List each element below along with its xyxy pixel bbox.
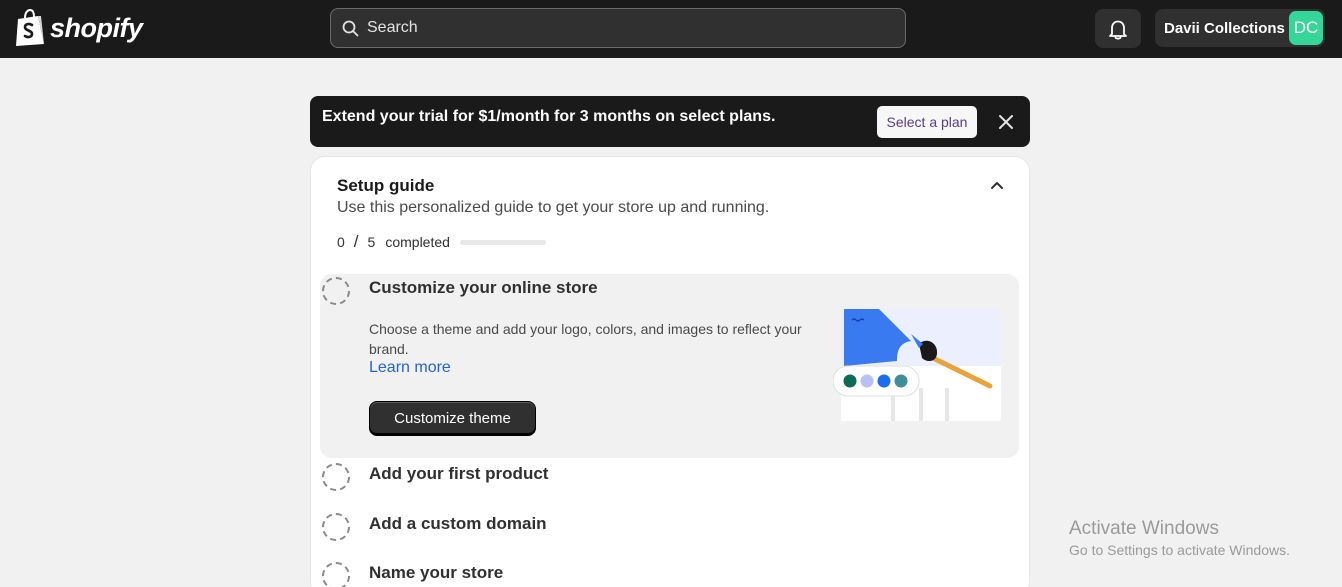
shopify-logo[interactable]: shopify bbox=[14, 9, 143, 47]
watermark-title: Activate Windows bbox=[1069, 518, 1219, 539]
trial-banner: Extend your trial for $1/month for 3 mon… bbox=[310, 96, 1030, 147]
close-banner-button[interactable] bbox=[996, 112, 1016, 132]
learn-more-link[interactable]: Learn more bbox=[369, 359, 451, 377]
task-status-circle-icon[interactable] bbox=[322, 277, 350, 305]
account-menu-button[interactable]: Davii Collections DC bbox=[1155, 9, 1325, 47]
task-customize-store[interactable]: Customize your online store Choose a the… bbox=[320, 274, 1019, 458]
setup-guide-title: Setup guide bbox=[337, 176, 435, 195]
close-icon bbox=[999, 115, 1013, 129]
total-count: 5 bbox=[367, 234, 376, 250]
task-description: Choose a theme and add your logo, colors… bbox=[369, 321, 802, 357]
task-status-circle-icon[interactable] bbox=[322, 562, 350, 587]
chevron-up-icon[interactable] bbox=[989, 177, 1005, 193]
task-title[interactable]: Name your store bbox=[369, 563, 503, 583]
search-icon bbox=[342, 20, 359, 36]
brand-wordmark: shopify bbox=[50, 12, 143, 43]
bell-icon bbox=[1109, 20, 1127, 40]
avatar: DC bbox=[1289, 11, 1323, 45]
banner-text: Extend your trial for $1/month for 3 mon… bbox=[322, 108, 776, 125]
top-bar: shopify Search Davii Collections DC bbox=[0, 0, 1342, 58]
completed-count: 0 bbox=[337, 234, 345, 250]
progress-separator: / bbox=[353, 232, 359, 251]
task-title[interactable]: Add a custom domain bbox=[369, 514, 547, 534]
store-name: Davii Collections bbox=[1164, 19, 1285, 37]
color-swatch bbox=[843, 374, 857, 388]
color-swatch bbox=[877, 374, 891, 388]
task-title: Customize your online store bbox=[369, 278, 598, 297]
search-input[interactable]: Search bbox=[330, 8, 906, 48]
windows-activation-watermark: Activate Windows Go to Settings to activ… bbox=[1069, 518, 1290, 558]
theme-illustration bbox=[833, 309, 1001, 421]
watermark-subtitle: Go to Settings to activate Windows. bbox=[1069, 542, 1290, 558]
task-title[interactable]: Add your first product bbox=[369, 464, 548, 484]
setup-progress: 0 / 5 completed bbox=[337, 232, 546, 252]
task-status-circle-icon[interactable] bbox=[322, 463, 350, 491]
search-placeholder: Search bbox=[367, 19, 418, 36]
progress-bar bbox=[459, 239, 546, 245]
setup-guide-card: Setup guide Use this personalized guide … bbox=[311, 157, 1029, 587]
notifications-button[interactable] bbox=[1095, 9, 1141, 48]
task-status-circle-icon[interactable] bbox=[322, 513, 350, 541]
color-swatch bbox=[860, 374, 874, 388]
setup-guide-subtitle: Use this personalized guide to get your … bbox=[337, 199, 770, 216]
shopify-bag-icon bbox=[16, 9, 44, 46]
select-plan-button[interactable]: Select a plan bbox=[877, 106, 977, 138]
completed-label: completed bbox=[385, 234, 450, 250]
customize-theme-button[interactable]: Customize theme bbox=[369, 401, 536, 436]
color-swatch bbox=[894, 374, 908, 388]
